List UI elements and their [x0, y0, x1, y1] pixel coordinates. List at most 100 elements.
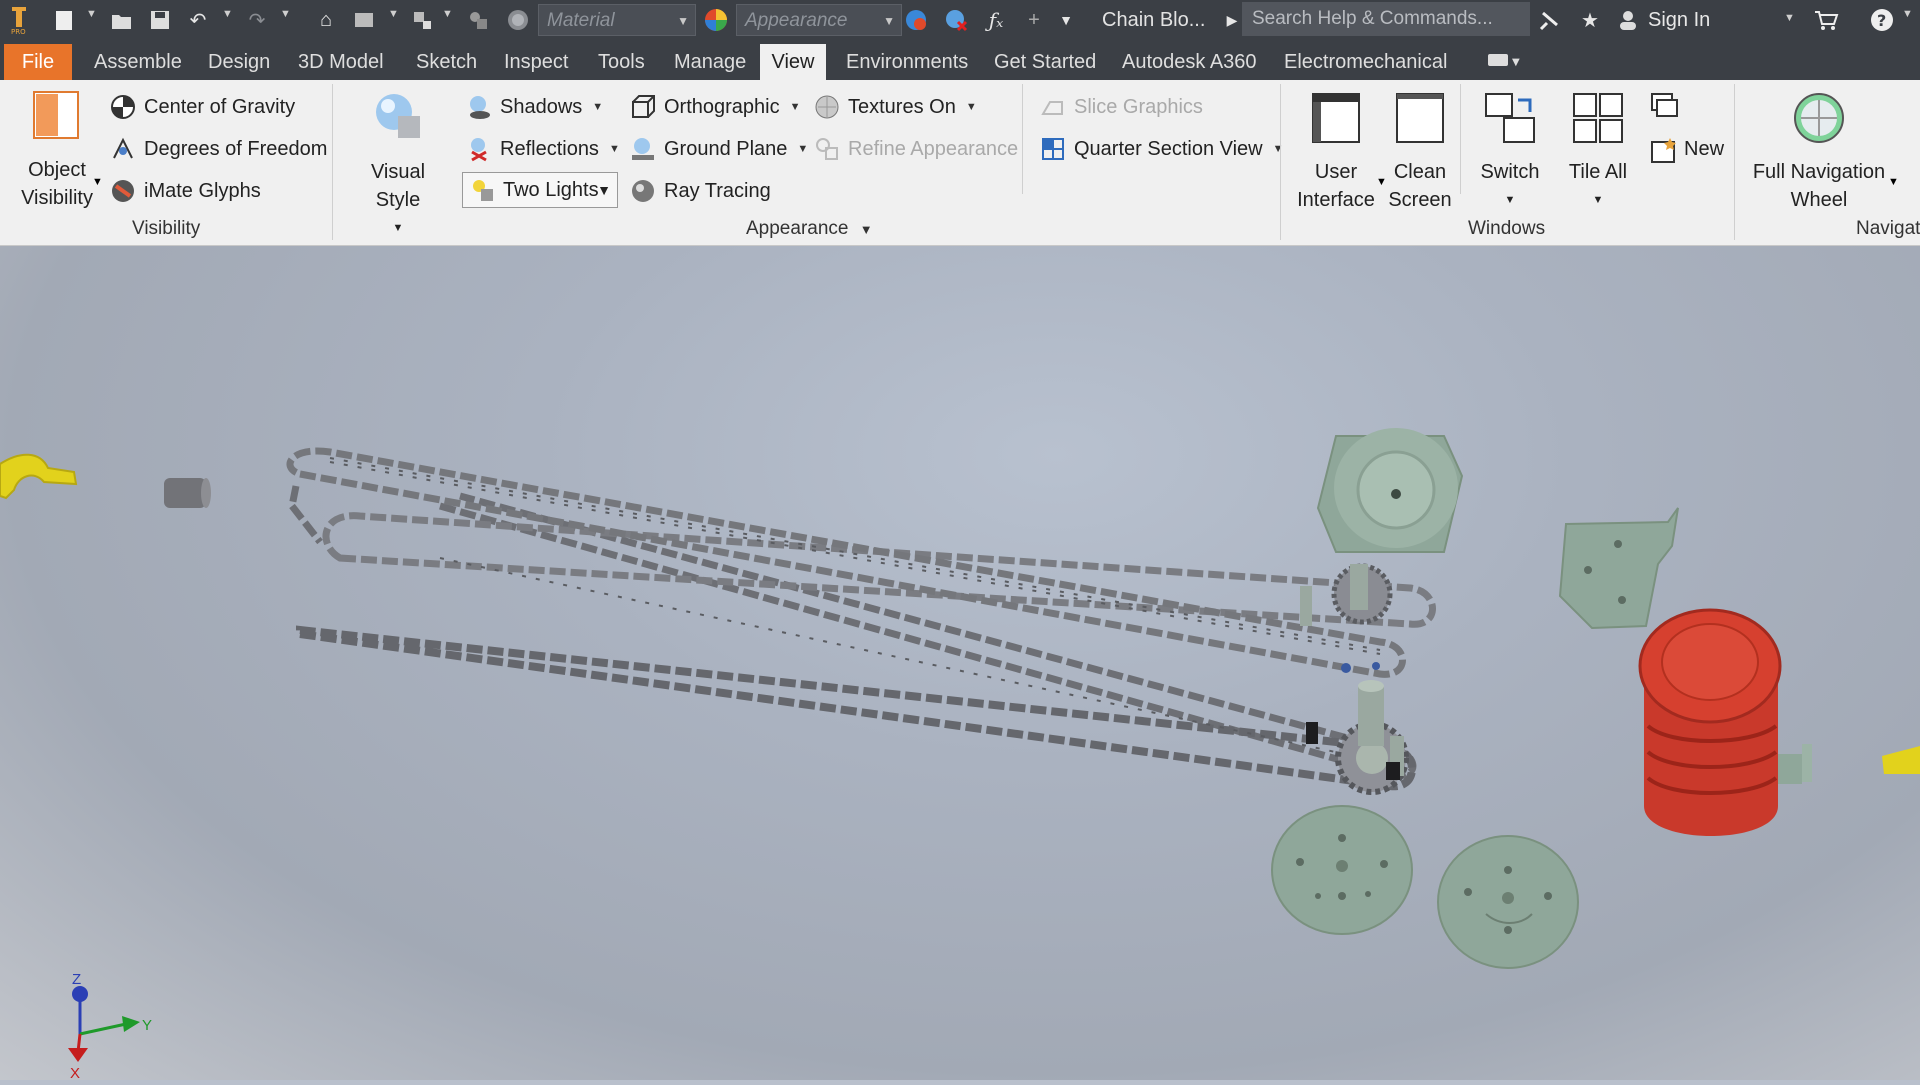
tab-view[interactable]: View: [760, 44, 826, 80]
redo-dropdown-icon[interactable]: ▼: [280, 8, 291, 20]
user-interface-button[interactable]: User Interface: [1296, 92, 1376, 214]
shadows-button[interactable]: Shadows ▼: [466, 94, 603, 120]
full-navigation-wheel-button[interactable]: Full Navigation Wheel: [1746, 92, 1892, 214]
object-visibility-button[interactable]: Object Visibility: [14, 90, 100, 212]
slice-graphics-icon: [1040, 94, 1066, 120]
tab-sketch[interactable]: Sketch: [404, 44, 489, 80]
center-of-gravity-button[interactable]: Center of Gravity: [110, 94, 295, 120]
textures-on-button[interactable]: Textures On ▼: [814, 94, 977, 120]
select-icon[interactable]: [408, 6, 436, 34]
tab-3d-model[interactable]: 3D Model: [286, 44, 396, 80]
redo-icon[interactable]: ↷: [243, 6, 271, 34]
undo-icon[interactable]: ↶: [184, 6, 212, 34]
binoculars-icon[interactable]: [1536, 6, 1564, 34]
shadows-label: Shadows: [500, 95, 583, 118]
open-icon[interactable]: [108, 6, 136, 34]
app-logo-icon[interactable]: PRO: [4, 6, 34, 35]
material-combo[interactable]: Material ▼: [538, 4, 696, 36]
new-dropdown-icon[interactable]: ▼: [86, 8, 97, 20]
imate-glyphs-label: iMate Glyphs: [144, 179, 261, 202]
clear-appearance-icon[interactable]: [942, 6, 970, 34]
graphics-viewport[interactable]: Z Y X: [0, 246, 1920, 1080]
tab-assemble[interactable]: Assemble: [82, 44, 194, 80]
help-dropdown-icon[interactable]: ▼: [1902, 8, 1913, 20]
object-visibility-label-2: Visibility: [21, 187, 93, 209]
cart-icon[interactable]: [1812, 6, 1840, 34]
tab-environments[interactable]: Environments: [834, 44, 980, 80]
switch-button[interactable]: Switch ▼: [1470, 92, 1550, 214]
degrees-of-freedom-button[interactable]: Degrees of Freedom: [110, 136, 327, 162]
plus-icon[interactable]: +: [1020, 6, 1048, 34]
user-icon[interactable]: [1614, 6, 1642, 34]
panel-options-icon[interactable]: ▼: [1484, 46, 1524, 74]
customize-icon[interactable]: ▼: [1052, 6, 1080, 34]
ground-plane-dropdown-icon[interactable]: ▼: [797, 143, 808, 155]
imate-glyphs-button[interactable]: iMate Glyphs: [110, 178, 261, 204]
appearance-combo-dropdown-icon: ▼: [883, 14, 895, 28]
tab-design[interactable]: Design: [196, 44, 282, 80]
save-icon[interactable]: [146, 6, 174, 34]
hook-part-right: [1882, 746, 1920, 774]
svg-text:▼: ▼: [1512, 57, 1520, 68]
appearance-icon[interactable]: [702, 6, 730, 34]
two-lights-label: Two Lights: [503, 178, 599, 201]
assembly-model: [0, 428, 1920, 969]
reflections-dropdown-icon[interactable]: ▼: [609, 143, 620, 155]
material-combo-dropdown-icon: ▼: [677, 14, 689, 28]
slice-graphics-button[interactable]: Slice Graphics: [1040, 94, 1203, 120]
orthographic-button[interactable]: Orthographic ▼: [630, 94, 801, 120]
select-dropdown-icon[interactable]: ▼: [442, 8, 453, 20]
tab-file[interactable]: File: [4, 44, 72, 80]
appearance-combo[interactable]: Appearance ▼: [736, 4, 902, 36]
switch-dropdown-icon[interactable]: ▼: [1470, 186, 1550, 214]
object-visibility-dropdown-icon[interactable]: ▼: [92, 176, 103, 188]
ray-tracing-button[interactable]: Ray Tracing: [630, 178, 771, 204]
sign-in-dropdown-icon[interactable]: ▼: [1784, 12, 1795, 24]
tile-all-dropdown-icon[interactable]: ▼: [1558, 186, 1638, 214]
textures-on-dropdown-icon[interactable]: ▼: [966, 101, 977, 113]
appearance-panel-label[interactable]: Appearance ▼: [746, 218, 873, 240]
material-icon[interactable]: [504, 6, 532, 34]
quarter-section-view-dropdown-icon[interactable]: ▼: [1273, 143, 1284, 155]
view-triad[interactable]: Z Y X: [50, 964, 160, 1080]
refine-appearance-button[interactable]: Refine Appearance: [814, 136, 1018, 162]
fx-icon[interactable]: ƒₓ: [982, 6, 1010, 34]
user-interface-label-2: Interface: [1297, 189, 1375, 211]
update-icon[interactable]: [464, 6, 492, 34]
triad-y-label: Y: [142, 1017, 152, 1034]
tab-inspect[interactable]: Inspect: [492, 44, 580, 80]
new-icon[interactable]: [50, 6, 78, 34]
tab-get-started[interactable]: Get Started: [982, 44, 1108, 80]
return-dropdown-icon[interactable]: ▼: [388, 8, 399, 20]
favorites-star-icon[interactable]: ★: [1576, 6, 1604, 34]
return-icon[interactable]: [350, 6, 378, 34]
clean-screen-button[interactable]: Clean Screen: [1384, 92, 1456, 214]
visual-style-button[interactable]: Visual Style ▼: [350, 90, 446, 242]
new-window-button[interactable]: New: [1650, 136, 1724, 163]
reflections-button[interactable]: Reflections ▼: [466, 136, 620, 162]
sign-in-link[interactable]: Sign In: [1648, 0, 1710, 40]
undo-dropdown-icon[interactable]: ▼: [222, 8, 233, 20]
shadows-dropdown-icon[interactable]: ▼: [592, 101, 603, 113]
tile-all-button[interactable]: Tile All ▼: [1558, 92, 1638, 214]
home-icon[interactable]: ⌂: [312, 6, 340, 34]
visual-style-icon: [350, 90, 446, 152]
search-input[interactable]: Search Help & Commands...: [1242, 2, 1530, 36]
reflections-icon: [466, 136, 492, 162]
lighting-style-combo[interactable]: Two Lights ▼: [462, 172, 618, 208]
tab-manage[interactable]: Manage: [662, 44, 758, 80]
ray-tracing-label: Ray Tracing: [664, 179, 771, 202]
triad-z-label: Z: [72, 971, 81, 988]
orthographic-dropdown-icon[interactable]: ▼: [790, 101, 801, 113]
orthographic-icon: [630, 94, 656, 120]
tab-autodesk-a360[interactable]: Autodesk A360: [1110, 44, 1269, 80]
tab-electromechanical[interactable]: Electromechanical: [1272, 44, 1459, 80]
tab-tools[interactable]: Tools: [586, 44, 657, 80]
adjust-appearance-icon[interactable]: [902, 6, 930, 34]
navigation-wheel-dropdown-icon[interactable]: ▼: [1888, 176, 1899, 188]
visual-style-dropdown-icon[interactable]: ▼: [350, 214, 446, 242]
cascade-button[interactable]: [1650, 92, 1684, 118]
quarter-section-view-button[interactable]: Quarter Section View ▼: [1040, 136, 1284, 162]
ground-plane-button[interactable]: Ground Plane ▼: [630, 136, 808, 162]
help-icon[interactable]: ?: [1868, 6, 1896, 34]
